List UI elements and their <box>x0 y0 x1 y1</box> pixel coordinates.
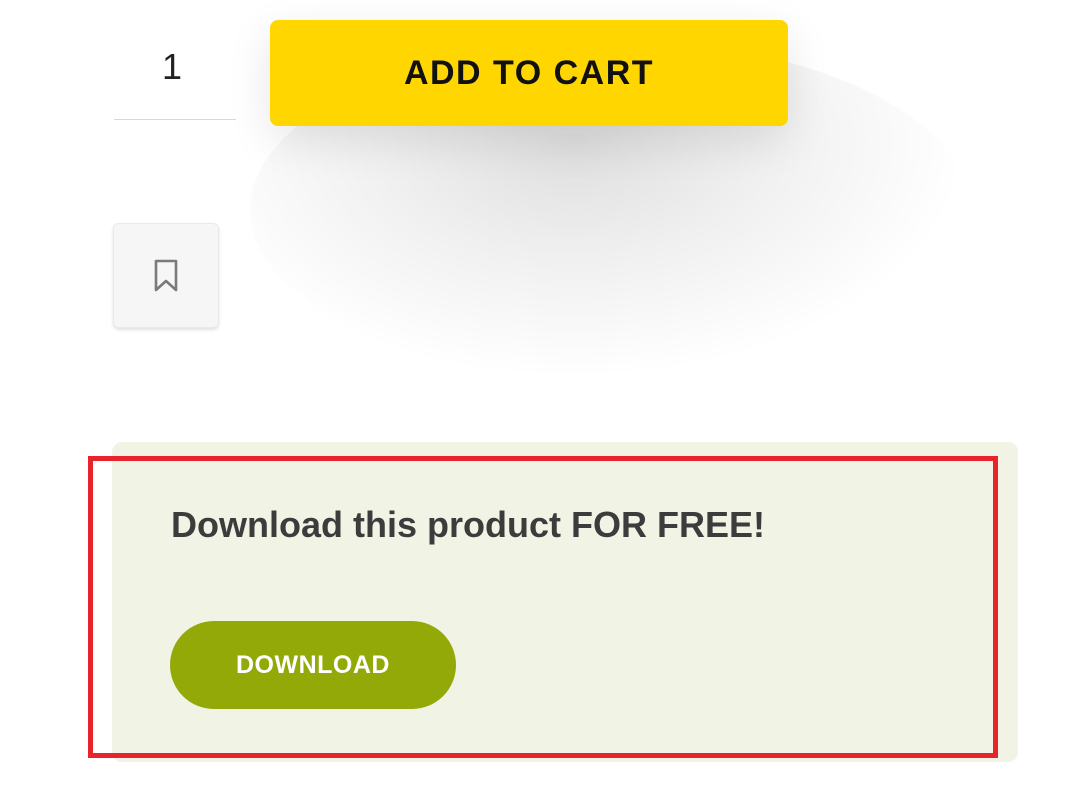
add-to-cart-button[interactable]: ADD TO CART <box>270 20 788 126</box>
quantity-value[interactable]: 1 <box>114 46 236 88</box>
free-download-title: Download this product FOR FREE! <box>171 504 765 545</box>
quantity-field[interactable]: 1 <box>114 22 236 120</box>
download-button[interactable]: DOWNLOAD <box>170 621 456 709</box>
bookmark-icon <box>154 259 178 291</box>
free-download-panel <box>112 442 1018 762</box>
wishlist-button[interactable] <box>113 223 219 328</box>
